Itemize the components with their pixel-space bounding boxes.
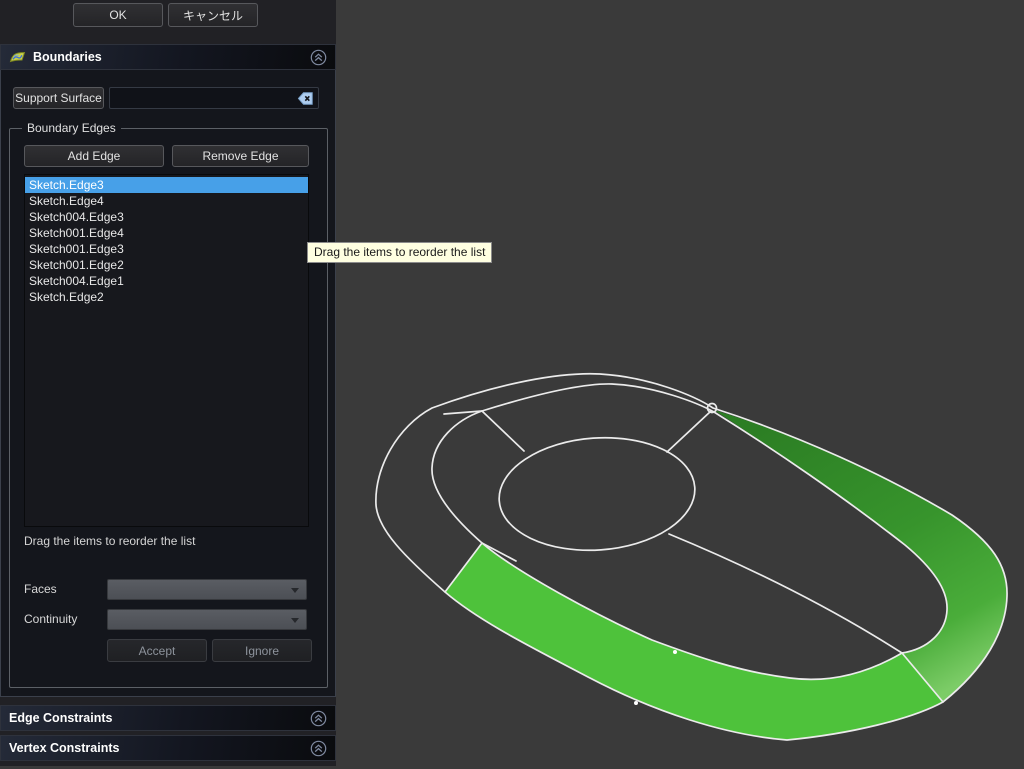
edge-point-marker xyxy=(634,701,638,705)
support-surface-button[interactable]: Support Surface xyxy=(13,87,104,109)
highlighted-face-right-band[interactable] xyxy=(714,410,1007,702)
boundary-edges-group: Boundary Edges Add Edge Remove Edge Sket… xyxy=(9,128,328,688)
task-panel-column: OK キャンセル Boundaries Support xyxy=(0,0,336,766)
spoke-edge-bottom-right[interactable] xyxy=(669,534,902,653)
collapse-chevron-icon[interactable] xyxy=(310,49,327,66)
list-item[interactable]: Sketch004.Edge3 xyxy=(25,209,308,225)
list-item[interactable]: Sketch.Edge3 xyxy=(25,177,308,193)
vertex-constraints-header[interactable]: Vertex Constraints xyxy=(0,735,336,761)
boundaries-panel: Boundaries Support Surface Bound xyxy=(0,44,336,697)
faces-combobox[interactable] xyxy=(107,579,307,600)
edge-constraints-title: Edge Constraints xyxy=(9,711,113,725)
list-item[interactable]: Sketch001.Edge3 xyxy=(25,241,308,257)
list-item[interactable]: Sketch004.Edge1 xyxy=(25,273,308,289)
edge-point-marker xyxy=(673,650,677,654)
3d-viewport[interactable] xyxy=(336,0,1024,766)
list-item[interactable]: Sketch001.Edge4 xyxy=(25,225,308,241)
faces-label: Faces xyxy=(24,579,57,600)
reorder-hint-text: Drag the items to reorder the list xyxy=(24,534,195,548)
cancel-button[interactable]: キャンセル xyxy=(168,3,258,27)
model-canvas[interactable] xyxy=(336,0,1024,766)
remove-edge-button[interactable]: Remove Edge xyxy=(172,145,309,167)
list-item[interactable]: Sketch.Edge4 xyxy=(25,193,308,209)
list-item[interactable]: Sketch001.Edge2 xyxy=(25,257,308,273)
boundaries-surface-icon xyxy=(9,50,26,64)
support-surface-input[interactable] xyxy=(109,87,319,109)
drag-reorder-tooltip: Drag the items to reorder the list xyxy=(307,242,492,263)
spoke-edge-top-right[interactable] xyxy=(667,411,711,452)
ignore-button[interactable]: Ignore xyxy=(212,639,312,662)
accept-button[interactable]: Accept xyxy=(107,639,207,662)
list-item[interactable]: Sketch.Edge2 xyxy=(25,289,308,305)
add-edge-button[interactable]: Add Edge xyxy=(24,145,164,167)
collapse-chevron-icon[interactable] xyxy=(310,710,327,727)
clear-input-icon[interactable] xyxy=(297,91,314,106)
edge-constraints-header[interactable]: Edge Constraints xyxy=(0,705,336,731)
group-title: Boundary Edges xyxy=(22,121,121,135)
spoke-edge-top-left[interactable] xyxy=(482,411,524,451)
boundary-edges-list[interactable]: Sketch.Edge3Sketch.Edge4Sketch004.Edge3S… xyxy=(24,174,309,527)
vertex-constraints-title: Vertex Constraints xyxy=(9,741,119,755)
collapse-chevron-icon[interactable] xyxy=(310,740,327,757)
ok-button[interactable]: OK xyxy=(73,3,163,27)
continuity-combobox[interactable] xyxy=(107,609,307,630)
continuity-label: Continuity xyxy=(24,609,77,630)
boundaries-header[interactable]: Boundaries xyxy=(0,44,336,70)
panel-title: Boundaries xyxy=(33,50,102,64)
